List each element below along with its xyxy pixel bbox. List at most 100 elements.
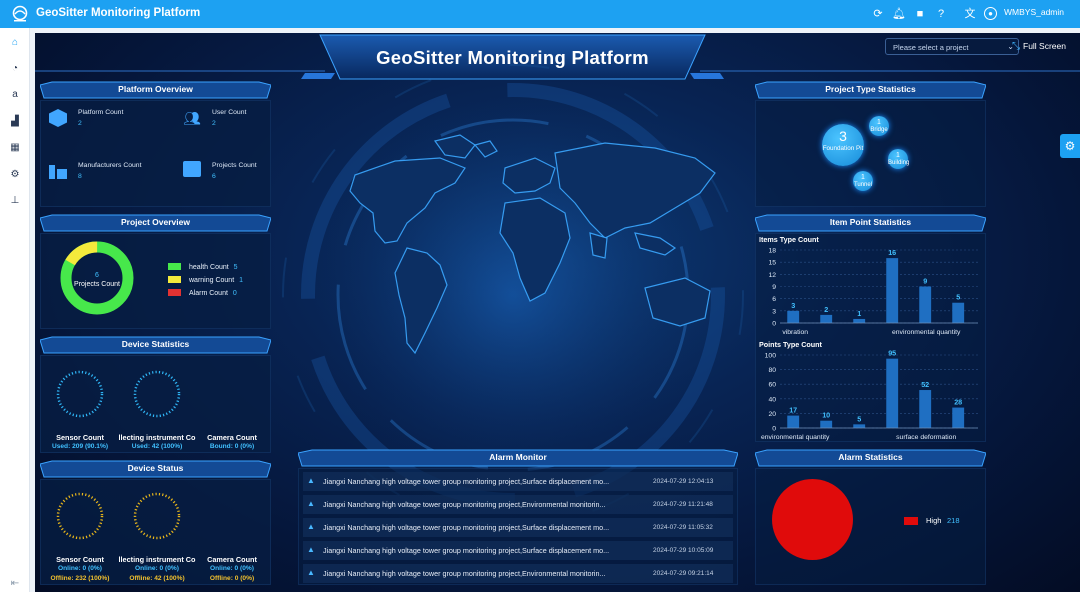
alarm-text: Jiangxi Nanchang high voltage tower grou… [323, 546, 610, 555]
stat-label: User Count [212, 109, 247, 116]
bar-value-label: 95 [888, 349, 896, 358]
bar-value-label: 9 [923, 277, 927, 286]
device-sub: Used: 42 (100%) [131, 443, 183, 450]
alarm-statistics-panel: Alarm Statistics High 218 [755, 449, 986, 585]
donut-center: 6 Projects Count [59, 271, 135, 289]
stat-value: 6 [212, 173, 216, 180]
x-category-label: environmental quantity [761, 434, 830, 441]
translate-icon[interactable]: 文 [962, 6, 978, 22]
full-screen-label: Full Screen [1023, 41, 1066, 51]
bar[interactable] [853, 318, 866, 323]
stat-label: Platform Count [78, 109, 124, 116]
home-icon[interactable]: ⌂ [7, 35, 23, 51]
user-name[interactable]: WMBYS_admin [1004, 7, 1064, 17]
y-tick-label: 80 [768, 367, 776, 374]
alarm-text: Jiangxi Nanchang high voltage tower grou… [323, 500, 606, 509]
bubble-label: Bridge [870, 127, 888, 133]
device-label: llecting instrument Co [118, 555, 196, 564]
settings-gear-button[interactable]: ⚙ [1060, 134, 1080, 158]
y-tick-label: 15 [768, 260, 776, 267]
panel-title: Platform Overview [118, 84, 193, 94]
camera-icon[interactable]: ■ [912, 6, 928, 22]
alarm-icon: ▲ [307, 499, 315, 508]
bar[interactable] [787, 310, 800, 323]
folder-icon [183, 161, 201, 177]
alarm-icon: ▲ [307, 522, 315, 531]
bubble-tunnel[interactable]: 1 Tunnel [853, 171, 873, 191]
bar[interactable] [886, 258, 899, 323]
y-tick-label: 12 [768, 272, 776, 279]
legend-item-health: health Count 5 [168, 263, 238, 271]
user-icon[interactable]: ● [984, 7, 997, 20]
bubble-label: Building [888, 160, 910, 166]
project-select[interactable]: Please select a project ⌄ [885, 38, 1019, 55]
legend-swatch [168, 289, 181, 296]
legend-value: 1 [239, 277, 243, 284]
grid-icon[interactable]: ▦ [7, 140, 23, 156]
y-tick-label: 60 [768, 382, 776, 389]
alarm-legend-label: High [926, 516, 942, 525]
alarm-time: 2024-07-29 12:04:13 [653, 478, 714, 485]
x-category-label: surface deformation [896, 434, 956, 441]
items-type-count-chart: 18 15 12 9 6 3 0 3 vibration 2 1 16 environmental qu… [768, 248, 978, 336]
points-type-count-chart: 100 80 60 40 20 0 17 environmental quantity 10 5 9… [761, 349, 978, 441]
y-tick-label: 40 [768, 396, 776, 403]
device-online: Online: 0 (0%) [58, 565, 102, 572]
bubble-bridge[interactable]: 1 Bridge [869, 116, 889, 136]
refresh-icon[interactable]: ⟳ [870, 6, 886, 22]
alarm-row[interactable]: ▲ Jiangxi Nanchang high voltage tower gro… [303, 495, 733, 514]
dashboard-icon[interactable]: ◔ [7, 61, 23, 77]
bar[interactable] [919, 286, 932, 324]
bubble-label: Foundation Pit [822, 145, 864, 152]
bar[interactable] [820, 420, 833, 428]
stat-value: 2 [212, 120, 216, 127]
bar[interactable] [787, 415, 800, 428]
factory-icon [49, 161, 67, 179]
alarm-icon: ▲ [307, 476, 315, 485]
bubble-value: 1 [861, 174, 865, 181]
legend-item-warning: warning Count 1 [168, 276, 243, 284]
cube-icon [49, 109, 67, 127]
device-statistics-panel: Device Statistics Sensor Count Used: 209… [40, 336, 271, 453]
bubble-foundation-pit[interactable]: 3 Foundation Pit [822, 124, 864, 166]
panel-title: Item Point Statistics [829, 217, 912, 227]
alarm-pie-slice-high [772, 479, 853, 560]
bar-value-label: 17 [789, 406, 797, 415]
org-chart-icon[interactable]: ⊥ [7, 193, 23, 209]
alarm-row[interactable]: ▲ Jiangxi Nanchang high voltage tower gro… [303, 541, 733, 560]
help-icon[interactable]: ? [933, 6, 949, 22]
chart-title: Points Type Count [759, 340, 822, 349]
settings-icon[interactable]: ⚙ [7, 167, 23, 183]
item-point-statistics-panel: Item Point Statistics Items Type Count 1… [755, 214, 986, 442]
bar-value-label: 2 [824, 305, 828, 314]
amazon-icon[interactable]: a [7, 87, 23, 103]
bar[interactable] [952, 302, 965, 323]
project-type-statistics-panel: Project Type Statistics 3 Foundation Pit … [755, 81, 986, 207]
device-label: Sensor Count [56, 555, 104, 564]
bar[interactable] [853, 424, 866, 428]
panel-title: Alarm Statistics [838, 452, 903, 462]
alarm-row[interactable]: ▲ Jiangxi Nanchang high voltage tower gro… [303, 518, 733, 537]
y-tick-label: 0 [772, 321, 776, 328]
bar[interactable] [886, 358, 899, 428]
bar[interactable] [820, 314, 833, 323]
bar[interactable] [952, 407, 965, 428]
bubble-label: Tunnel [853, 182, 873, 188]
alarm-row[interactable]: ▲ Jiangxi Nanchang high voltage tower gro… [303, 472, 733, 491]
legend-swatch [168, 276, 181, 283]
collapse-icon[interactable]: ⇤ [7, 576, 23, 592]
project-overview-panel: Project Overview 6 Projects Count health… [40, 214, 271, 329]
alarm-row[interactable]: ▲ Jiangxi Nanchang high voltage tower gro… [303, 564, 733, 583]
building-icon[interactable]: ▟ [7, 114, 23, 130]
legend-value: 0 [232, 290, 237, 297]
alarm-time: 2024-07-29 09:21:14 [653, 570, 714, 577]
bar-value-label: 10 [822, 411, 830, 420]
device-online: Online: 0 (0%) [135, 565, 179, 572]
bell-icon[interactable]: 🔔︎ [891, 6, 907, 22]
bubble-building[interactable]: 1 Building [888, 149, 910, 169]
y-tick-label: 20 [768, 411, 776, 418]
full-screen-button[interactable]: ⤡ Full Screen [1012, 41, 1066, 52]
expand-icon: ⤡ [1012, 41, 1020, 52]
y-tick-label: 18 [768, 248, 776, 255]
bar[interactable] [919, 390, 932, 428]
